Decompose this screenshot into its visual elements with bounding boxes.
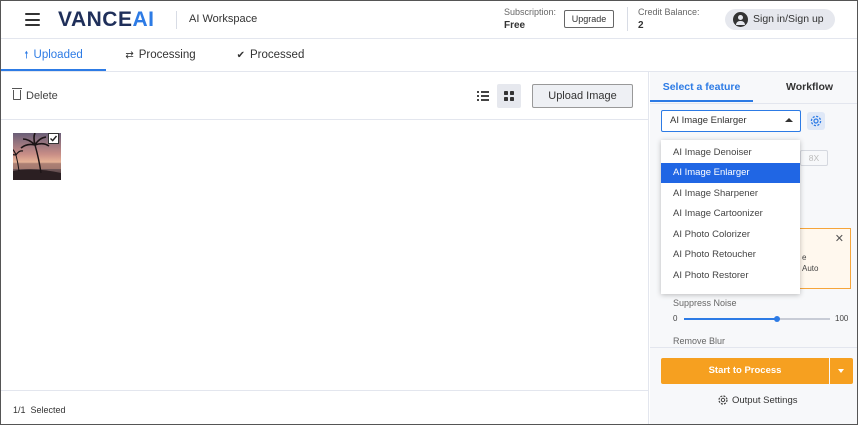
output-settings-label: Output Settings: [732, 395, 798, 406]
feature-settings-button[interactable]: [807, 112, 825, 130]
trash-icon: [12, 88, 22, 100]
credit-balance-value: 2: [638, 20, 644, 31]
signin-label: Sign in/Sign up: [753, 13, 824, 25]
slider-max-label: 100: [835, 314, 849, 323]
caret-up-icon: [785, 118, 793, 122]
suppress-noise-slider[interactable]: [684, 316, 830, 322]
user-icon: [733, 12, 748, 27]
image-select-checkbox[interactable]: [48, 133, 59, 144]
grid-view-button[interactable]: [497, 84, 521, 108]
scale-8x-option[interactable]: 8X: [800, 150, 828, 166]
footer-divider: [1, 390, 648, 391]
check-icon: [50, 135, 58, 142]
tab-processing[interactable]: ⇄ Processing: [113, 39, 208, 71]
check-circle-icon: ✔: [236, 50, 246, 61]
dropdown-item-restorer[interactable]: AI Photo Restorer: [661, 266, 800, 286]
top-header: VANCEAI AI Workspace Subscription: Free …: [1, 1, 857, 39]
tab-processed-label: Processed: [250, 49, 305, 61]
suppress-noise-label: Suppress Noise: [673, 298, 737, 308]
image-list-panel: Delete Upload Image 1/1 Selected: [1, 72, 649, 424]
dropdown-item-denoiser[interactable]: AI Image Denoiser: [661, 143, 800, 163]
workspace-title: AI Workspace: [189, 13, 258, 25]
notice-box: ✕ e Auto: [798, 228, 851, 289]
dropdown-item-sharpener[interactable]: AI Image Sharpener: [661, 184, 800, 204]
feature-select-dropdown[interactable]: AI Image Enlarger: [661, 110, 801, 132]
remove-blur-label: Remove Blur: [673, 336, 726, 345]
tab-uploaded[interactable]: 🠕 Uploaded: [1, 39, 106, 71]
delete-button[interactable]: Delete: [12, 88, 58, 102]
list-view-icon: [477, 91, 489, 101]
output-settings-link[interactable]: Output Settings: [717, 394, 797, 406]
tab-processing-label: Processing: [138, 49, 196, 61]
slider-fill: [684, 318, 778, 320]
tab-uploaded-label: Uploaded: [33, 49, 83, 61]
tab-select-feature[interactable]: Select a feature: [650, 72, 753, 102]
dropdown-item-enlarger[interactable]: AI Image Enlarger: [661, 163, 800, 183]
signin-button[interactable]: Sign in/Sign up: [725, 9, 835, 30]
dropdown-item-cartoonizer[interactable]: AI Image Cartoonizer: [661, 204, 800, 224]
credit-balance-label: Credit Balance:: [638, 7, 700, 17]
start-process-button[interactable]: Start to Process: [661, 358, 829, 384]
upgrade-button[interactable]: Upgrade: [564, 10, 614, 28]
slider-thumb[interactable]: [774, 316, 781, 322]
header-divider: [176, 11, 177, 29]
upload-image-button[interactable]: Upload Image: [532, 84, 633, 108]
tab-workflow[interactable]: Workflow: [762, 72, 857, 102]
selection-status: 1/1 Selected: [13, 405, 66, 415]
delete-label: Delete: [26, 90, 58, 102]
arrow-up-icon: 🠕: [24, 50, 29, 61]
subscription-label: Subscription:: [504, 7, 557, 17]
dropdown-item-retoucher[interactable]: AI Photo Retoucher: [661, 245, 800, 265]
image-tabs: 🠕 Uploaded ⇄ Processing ✔ Processed: [1, 39, 857, 72]
process-options-button[interactable]: [830, 358, 853, 384]
dropdown-item-colorizer[interactable]: AI Photo Colorizer: [661, 225, 800, 245]
header-divider-2: [627, 7, 628, 31]
slider-min-label: 0: [673, 314, 678, 323]
notice-text-line2: Auto: [802, 264, 819, 273]
refresh-icon: ⇄: [125, 50, 134, 61]
app-window: VANCEAI AI Workspace Subscription: Free …: [0, 0, 858, 425]
feature-select-value: AI Image Enlarger: [670, 115, 747, 126]
process-divider: [650, 347, 857, 348]
grid-view-icon: [504, 91, 514, 101]
settings-gear-icon: [718, 395, 728, 405]
toolbar-divider: [1, 119, 648, 120]
vanceai-logo[interactable]: VANCEAI: [58, 8, 154, 32]
notice-text-line1: e: [802, 253, 807, 262]
subscription-value: Free: [504, 20, 526, 31]
list-view-button[interactable]: [471, 84, 495, 108]
selection-count: 1/1: [13, 405, 26, 415]
feature-tabs-divider: [650, 103, 857, 104]
feature-dropdown-menu: AI Image Denoiser AI Image Enlarger AI I…: [661, 140, 800, 294]
selection-label: Selected: [30, 405, 66, 415]
hamburger-menu-icon[interactable]: [25, 13, 40, 26]
gear-icon: [810, 115, 822, 127]
close-icon[interactable]: ✕: [835, 232, 844, 245]
tab-processed[interactable]: ✔ Processed: [223, 39, 318, 71]
